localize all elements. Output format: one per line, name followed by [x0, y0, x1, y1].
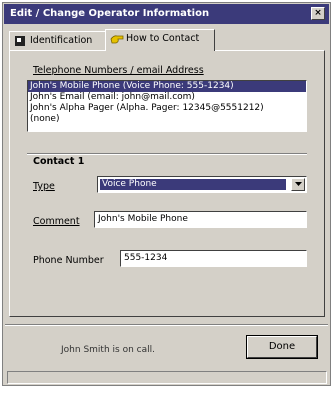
call-status-text: John Smith is on call.	[61, 345, 155, 355]
comment-field[interactable]: John's Mobile Phone	[94, 211, 307, 228]
close-button[interactable]: ×	[311, 7, 325, 20]
contact-listbox[interactable]: John's Mobile Phone (Voice Phone: 555-12…	[27, 80, 307, 132]
status-bar	[7, 371, 327, 384]
contact-group-title: Contact 1	[33, 156, 85, 167]
tab-identification-label: Identification	[30, 35, 93, 46]
comment-label: Comment	[33, 216, 80, 227]
type-select-value: Voice Phone	[100, 179, 286, 190]
type-label: Type	[33, 181, 55, 192]
tab-identification[interactable]: Identification	[9, 31, 107, 50]
list-item[interactable]: John's Email (email: john@mail.com)	[28, 92, 306, 103]
contact-hand-icon	[110, 33, 124, 51]
phone-number-field[interactable]: 555-1234	[120, 250, 307, 267]
type-dropdown-button[interactable]	[291, 178, 305, 191]
chevron-down-icon	[295, 182, 302, 186]
list-item[interactable]: (none)	[28, 114, 306, 125]
type-select[interactable]: Voice Phone	[97, 176, 307, 193]
title-bar[interactable]: Edit / Change Operator Information ×	[4, 4, 329, 24]
list-item[interactable]: John's Mobile Phone (Voice Phone: 555-12…	[28, 81, 306, 92]
done-button[interactable]: Done	[246, 335, 318, 359]
phone-number-label: Phone Number	[33, 255, 104, 266]
window-title: Edit / Change Operator Information	[10, 8, 210, 19]
footer-divider	[5, 324, 328, 326]
list-item[interactable]: John's Alpha Pager (Alpha. Pager: 12345@…	[28, 103, 306, 114]
tab-how-to-contact-label: How to Contact	[126, 33, 200, 44]
dialog-window: Edit / Change Operator Information × Ide…	[2, 2, 331, 386]
tab-how-to-contact[interactable]: How to Contact	[105, 29, 215, 51]
contact-list-label: Telephone Numbers / email Address	[33, 65, 204, 76]
group-divider	[27, 153, 307, 155]
